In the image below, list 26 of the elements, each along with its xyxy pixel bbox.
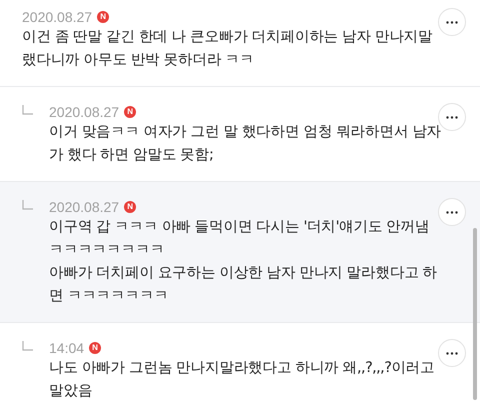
n-badge: N — [124, 201, 136, 213]
comment-text-line: 이거 맞음ㅋㅋ 여자가 그런 말 했다하면 엄청 뭐라하면서 남자 — [49, 123, 442, 142]
more-icon — [446, 20, 458, 24]
more-options-button[interactable] — [438, 198, 466, 226]
more-icon — [446, 210, 458, 214]
comment-text-line: 이건 좀 딴말 같긴 한데 나 큰오빠가 더치페이하는 남자 만나지말 — [22, 28, 432, 47]
comment-date: 2020.08.27 — [49, 199, 120, 215]
more-options-button[interactable] — [438, 8, 466, 36]
more-icon — [446, 116, 458, 118]
comment-date: 14:04 — [49, 340, 84, 356]
comment-date: 2020.08.27 — [22, 9, 92, 25]
scrollbar[interactable] — [473, 228, 477, 400]
comment-text-line: 말았음 — [49, 382, 92, 401]
more-options-button[interactable] — [438, 339, 466, 367]
comment-text-line: 면 ㅋㅋㅋㅋㅋㅋㅋ — [49, 287, 168, 306]
n-badge: N — [124, 106, 136, 118]
comment-text-line: 랬다니까 아무도 반박 못하더라 ㅋㅋ — [22, 51, 254, 70]
comment-text-line: 이구역 갑 ㅋㅋㅋ 아빠 들먹이면 다시는 '더치'얘기도 안꺼냄 — [49, 218, 430, 237]
comment-text-line: 나도 아빠가 그런놈 만나지말라했다고 하니까 왜,,?,,,?이러고 — [49, 359, 434, 378]
comment-text-line: 아빠가 더치페이 요구하는 이상한 남자 만나지 말라했다고 하 — [49, 264, 438, 283]
comment-date: 2020.08.27 — [49, 104, 120, 120]
comment-text-line: ㅋㅋㅋㅋㅋㅋㅋㅋ — [49, 241, 164, 260]
more-icon — [446, 352, 458, 354]
comment-text-line: 가 했다 하면 암말도 못함; — [49, 146, 214, 165]
n-badge: N — [97, 11, 110, 23]
n-badge: N — [89, 342, 102, 354]
